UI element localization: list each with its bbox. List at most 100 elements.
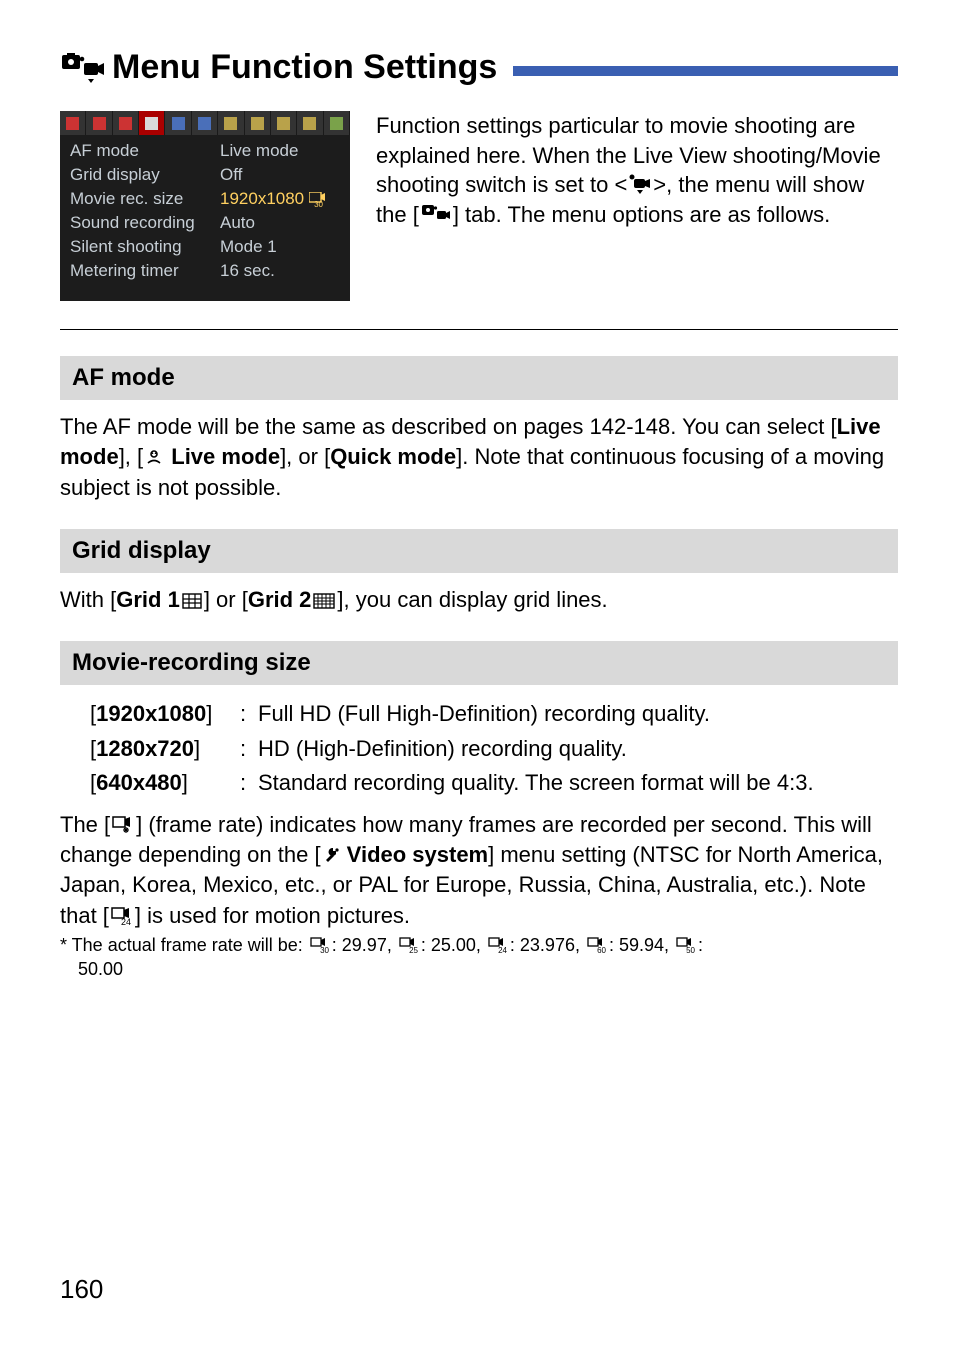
menu-value: Mode 1 <box>220 237 340 257</box>
text-fragment: : 23.976, <box>510 935 585 955</box>
intro-text: Function settings particular to movie sh… <box>376 111 898 301</box>
text-fragment: : 59.94, <box>609 935 674 955</box>
svg-text:50: 50 <box>686 946 695 953</box>
grid1-icon <box>182 593 202 609</box>
camera-dot-movie-icon <box>421 204 451 224</box>
text-fragment: ] is used for motion pictures. <box>135 903 410 928</box>
menu-tabs <box>60 111 350 135</box>
text-fragment: HD (High-Definition) recording quality. <box>258 732 627 766</box>
bold-text: Quick mode <box>330 444 456 469</box>
framerate-30-icon: 30 <box>310 937 330 953</box>
resolution-row: [1280x720] :HD (High-Definition) recordi… <box>90 732 898 766</box>
resolution-value: :Standard recording quality. The screen … <box>240 766 898 800</box>
section-heading-af: AF mode <box>60 356 898 400</box>
text-fragment: The AF mode will be the same as describe… <box>60 414 837 439</box>
text-fragment: Standard recording quality. The screen f… <box>258 766 814 800</box>
framerate-generic-icon <box>112 816 134 834</box>
menu-screenshot: AF mode Live mode Grid display Off Movie… <box>60 111 350 301</box>
bold-text: Live mode <box>165 444 280 469</box>
text-fragment: : <box>698 935 703 955</box>
bold-text: Video system <box>341 842 489 867</box>
text-fragment: The [ <box>60 812 110 837</box>
menu-row: Sound recording Auto <box>60 211 350 235</box>
resolution-key: [1920x1080] <box>90 697 240 731</box>
text-fragment: : 25.00, <box>421 935 486 955</box>
section-divider <box>60 329 898 330</box>
text-fragment: 50.00 <box>60 957 898 981</box>
menu-value: Live mode <box>220 141 340 161</box>
bold-text: 1280x720 <box>96 736 194 761</box>
svg-text:60: 60 <box>597 946 606 953</box>
svg-text:24: 24 <box>121 917 131 925</box>
svg-text:24: 24 <box>498 946 507 953</box>
page-number: 160 <box>60 1274 103 1305</box>
menu-label: Grid display <box>70 165 220 185</box>
menu-row: Silent shooting Mode 1 <box>60 235 350 259</box>
menu-tab <box>245 111 271 135</box>
framerate-body: The [] (frame rate) indicates how many f… <box>60 810 898 931</box>
face-detect-icon <box>145 448 163 466</box>
framerate-24-icon: 24 <box>488 937 508 953</box>
intro-row: AF mode Live mode Grid display Off Movie… <box>60 111 898 301</box>
menu-tab-active <box>139 111 165 135</box>
svg-text:25: 25 <box>409 946 418 953</box>
menu-row: AF mode Live mode <box>60 139 350 163</box>
bold-text: 1920x1080 <box>96 701 206 726</box>
menu-label: Sound recording <box>70 213 220 233</box>
bold-text: Grid 1 <box>116 587 180 612</box>
menu-tab <box>218 111 244 135</box>
menu-body: AF mode Live mode Grid display Off Movie… <box>60 135 350 301</box>
resolution-row: [640x480] :Standard recording quality. T… <box>90 766 898 800</box>
grid2-icon <box>313 593 335 609</box>
text-fragment: ] tab. The menu options are as follows. <box>453 202 830 227</box>
menu-value: Off <box>220 165 340 185</box>
text-fragment: ] or [ <box>204 587 248 612</box>
section-heading-movie: Movie-recording size <box>60 641 898 685</box>
menu-tab <box>324 111 350 135</box>
menu-label: Metering timer <box>70 261 220 281</box>
framerate-50-icon: 50 <box>676 937 696 953</box>
menu-tab <box>113 111 139 135</box>
svg-text:30: 30 <box>314 200 323 207</box>
camera-dot-movie-icon <box>60 53 106 83</box>
text-fragment: ], you can display grid lines. <box>337 587 607 612</box>
grid-body: With [Grid 1 ] or [Grid 2 ], you can displ… <box>60 585 898 615</box>
text-fragment: : 29.97, <box>332 935 397 955</box>
framerate-footnote: * The actual frame rate will be: 30: 29.… <box>60 933 898 982</box>
title-divider <box>513 66 898 76</box>
menu-value: 16 sec. <box>220 261 340 281</box>
bold-text: Grid 2 <box>248 587 312 612</box>
menu-tab <box>86 111 112 135</box>
svg-text:30: 30 <box>320 946 329 953</box>
text-fragment: Full HD (Full High-Definition) recording… <box>258 697 710 731</box>
menu-value: Auto <box>220 213 340 233</box>
framerate-30-icon: 30 <box>309 192 325 207</box>
menu-row: Metering timer 16 sec. <box>60 259 350 283</box>
menu-tab <box>192 111 218 135</box>
wrench-icon <box>323 846 339 864</box>
page-title: Menu Function Settings <box>112 48 497 87</box>
menu-label: Movie rec. size <box>70 189 220 209</box>
menu-tab <box>165 111 191 135</box>
bold-text: 640x480 <box>96 770 182 795</box>
resolution-key: [1280x720] <box>90 732 240 766</box>
resolution-key: [640x480] <box>90 766 240 800</box>
menu-tab <box>297 111 323 135</box>
resolution-value: :Full HD (Full High-Definition) recordin… <box>240 697 898 731</box>
text-fragment: * The actual frame rate will be: <box>60 935 308 955</box>
framerate-60-icon: 60 <box>587 937 607 953</box>
af-body: The AF mode will be the same as describe… <box>60 412 898 503</box>
text-fragment: ], [ <box>119 444 143 469</box>
page-title-row: Menu Function Settings <box>60 48 898 87</box>
text-fragment: With [ <box>60 587 116 612</box>
resolution-list: [1920x1080] :Full HD (Full High-Definiti… <box>90 697 898 799</box>
resolution-value: :HD (High-Definition) recording quality. <box>240 732 898 766</box>
menu-tab <box>271 111 297 135</box>
menu-value: 1920x1080 30 <box>220 189 340 209</box>
text-fragment: ], or [ <box>280 444 330 469</box>
movie-mode-icon <box>629 174 651 194</box>
menu-tab <box>60 111 86 135</box>
framerate-24-icon: 24 <box>111 907 133 925</box>
resolution-row: [1920x1080] :Full HD (Full High-Definiti… <box>90 697 898 731</box>
menu-label: AF mode <box>70 141 220 161</box>
